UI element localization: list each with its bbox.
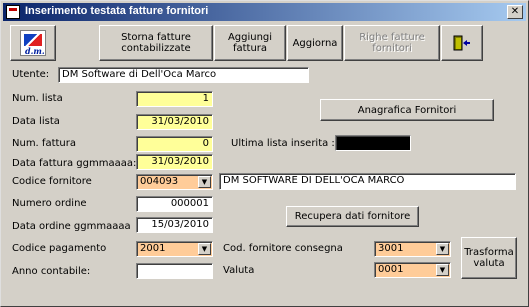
- valuta-label: Valuta: [223, 265, 255, 276]
- utente-field[interactable]: DM Software di Dell'Oca Marco: [58, 67, 309, 83]
- cod-fornitore-consegna-combo[interactable]: 3001 ▼: [374, 241, 451, 257]
- window-title: Inserimento testata fatture fornitori: [25, 5, 209, 17]
- data-ordine-label: Data ordine ggmmaaaa: [12, 221, 131, 232]
- codice-pagamento-value: 2001: [140, 243, 166, 254]
- anagrafica-fornitori-button[interactable]: Anagrafica Fornitori: [320, 99, 494, 121]
- logo-button[interactable]: d.m.: [10, 25, 56, 61]
- data-ordine-field[interactable]: 15/03/2010: [136, 217, 213, 233]
- codice-fornitore-label: Codice fornitore: [12, 176, 92, 187]
- valuta-value: 0001: [378, 264, 404, 275]
- righe-fatture-button[interactable]: Righe fatture fornitori: [344, 25, 440, 61]
- cod-fornitore-consegna-label: Cod. fornitore consegna: [223, 243, 343, 254]
- num-fattura-field[interactable]: 0: [136, 136, 213, 152]
- ultima-lista-field: [335, 135, 411, 151]
- codice-pagamento-label: Codice pagamento: [12, 243, 107, 254]
- trasforma-valuta-button[interactable]: Trasforma valuta: [461, 237, 517, 279]
- chevron-down-icon[interactable]: ▼: [198, 176, 211, 188]
- storna-fatture-button[interactable]: Storna fatture contabilizzate: [99, 25, 213, 61]
- data-lista-label: Data lista: [12, 116, 60, 127]
- anno-contabile-label: Anno contabile:: [12, 266, 91, 277]
- aggiorna-button[interactable]: Aggiorna: [287, 25, 343, 61]
- data-lista-field[interactable]: 31/03/2010: [136, 114, 213, 130]
- chevron-down-icon[interactable]: ▼: [198, 243, 211, 255]
- dm-logo-icon: d.m.: [20, 30, 46, 56]
- data-fattura-field[interactable]: 31/03/2010: [136, 154, 213, 170]
- main-window: Inserimento testata fatture fornitori ✕ …: [0, 0, 529, 307]
- numero-ordine-field[interactable]: 000001: [136, 196, 213, 212]
- data-fattura-label: Data fattura ggmmaaaa:: [12, 158, 137, 169]
- codice-pagamento-combo[interactable]: 2001 ▼: [136, 241, 213, 257]
- ultima-lista-label: Ultima lista inserita :: [231, 138, 335, 149]
- exit-door-icon: [453, 35, 470, 51]
- fornitore-nome-field[interactable]: DM SOFTWARE DI DELL'OCA MARCO: [219, 173, 516, 190]
- codice-fornitore-value: 004093: [140, 176, 179, 187]
- title-bar: Inserimento testata fatture fornitori ✕: [3, 3, 526, 21]
- num-fattura-label: Num. fattura: [12, 138, 76, 149]
- numero-ordine-label: Numero ordine: [12, 198, 87, 209]
- recupera-dati-fornitore-button[interactable]: Recupera dati fornitore: [286, 206, 419, 227]
- app-icon: [6, 5, 20, 19]
- close-button[interactable]: ✕: [507, 5, 523, 19]
- exit-button[interactable]: [441, 25, 483, 61]
- num-lista-label: Num. lista: [12, 93, 63, 104]
- anno-contabile-field[interactable]: [136, 263, 213, 279]
- codice-fornitore-combo[interactable]: 004093 ▼: [136, 174, 213, 190]
- aggiungi-fattura-button[interactable]: Aggiungi fattura: [214, 25, 286, 61]
- chevron-down-icon[interactable]: ▼: [436, 264, 449, 276]
- utente-label: Utente:: [12, 69, 50, 80]
- cod-fornitore-consegna-value: 3001: [378, 243, 404, 254]
- chevron-down-icon[interactable]: ▼: [436, 243, 449, 255]
- num-lista-field[interactable]: 1: [136, 91, 213, 107]
- valuta-combo[interactable]: 0001 ▼: [374, 262, 451, 278]
